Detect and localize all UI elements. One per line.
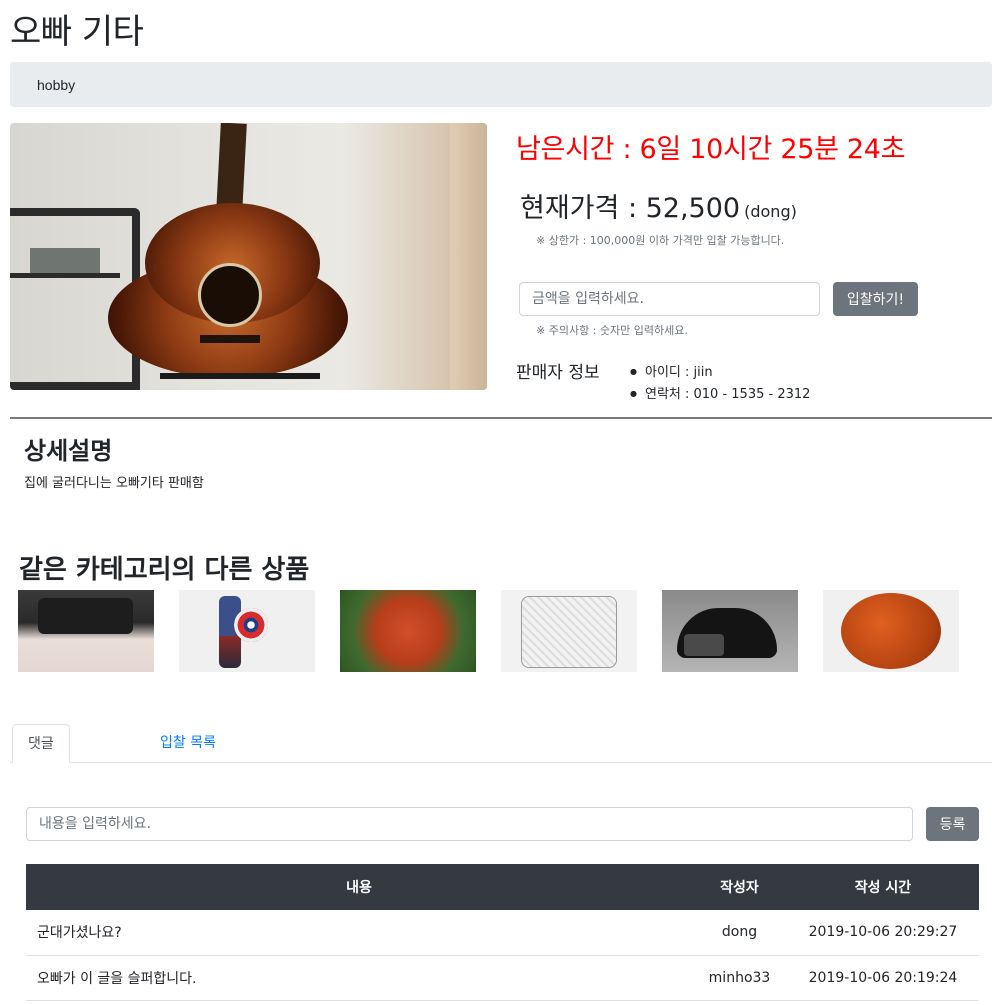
price-label: 현재가격 : 52,500 (520, 193, 741, 224)
seller-info-list: 아이디 : jiin 연락처 : 010 - 1535 - 2312 (630, 362, 810, 406)
comment-content: 군대가셨나요? (26, 910, 692, 956)
related-item-baseball-glove[interactable] (340, 590, 476, 672)
table-row: 오빠가 이 글을 슬퍼합니다. minho33 2019-10-06 20:19… (26, 955, 979, 1001)
tab-comments[interactable]: 댓글 (12, 724, 70, 763)
related-item-sketch-book[interactable] (501, 590, 637, 672)
comment-author: minho33 (692, 955, 787, 1001)
remaining-time: 남은시간 : 6일 10시간 25분 24초 (516, 134, 906, 165)
detail-title: 상세설명 (24, 437, 113, 465)
detail-text: 집에 굴러다니는 오빠기타 판매함 (24, 476, 204, 491)
product-image (10, 123, 487, 390)
price-cap-note: ※ 상한가 : 100,000원 이하 가격만 입찰 가능합니다. (536, 234, 785, 247)
comment-time: 2019-10-06 20:19:24 (787, 955, 979, 1001)
header-content: 내용 (26, 864, 692, 910)
breadcrumb: hobby (10, 62, 992, 107)
table-header-row: 내용 작성자 작성 시간 (26, 864, 979, 910)
header-time: 작성 시간 (787, 864, 979, 910)
related-title: 같은 카테고리의 다른 상품 (19, 555, 310, 585)
breadcrumb-category[interactable]: hobby (37, 77, 75, 93)
comment-submit-button[interactable]: 등록 (926, 807, 979, 841)
bid-note: ※ 주의사항 : 숫자만 입력하세요. (536, 324, 688, 337)
related-item-camera-bag[interactable] (18, 590, 154, 672)
header-author: 작성자 (692, 864, 787, 910)
comment-input[interactable] (26, 807, 913, 841)
seller-info-label: 판매자 정보 (516, 363, 600, 383)
price-unit: (dong) (744, 202, 797, 221)
related-item-basketball[interactable] (823, 590, 959, 672)
divider (10, 417, 992, 419)
seller-contact: 연락처 : 010 - 1535 - 2312 (630, 384, 810, 406)
bid-button[interactable]: 입찰하기! (833, 282, 918, 316)
tab-bid-list[interactable]: 입찰 목록 (145, 724, 231, 763)
comment-author: dong (692, 910, 787, 956)
current-price: 현재가격 : 52,500 (dong) (520, 186, 797, 225)
related-item-helmet[interactable] (662, 590, 798, 672)
comment-time: 2019-10-06 20:29:27 (787, 910, 979, 956)
comment-table: 내용 작성자 작성 시간 군대가셨나요? dong 2019-10-06 20:… (26, 864, 979, 1001)
table-row: 군대가셨나요? dong 2019-10-06 20:29:27 (26, 910, 979, 956)
related-item-captain-america-figure[interactable] (179, 590, 315, 672)
page-title: 오빠 기타 (10, 12, 144, 52)
comment-content: 오빠가 이 글을 슬퍼합니다. (26, 955, 692, 1001)
tab-bar: 댓글 입찰 목록 (10, 724, 992, 763)
bid-amount-input[interactable] (519, 282, 820, 316)
seller-id: 아이디 : jiin (630, 362, 810, 384)
